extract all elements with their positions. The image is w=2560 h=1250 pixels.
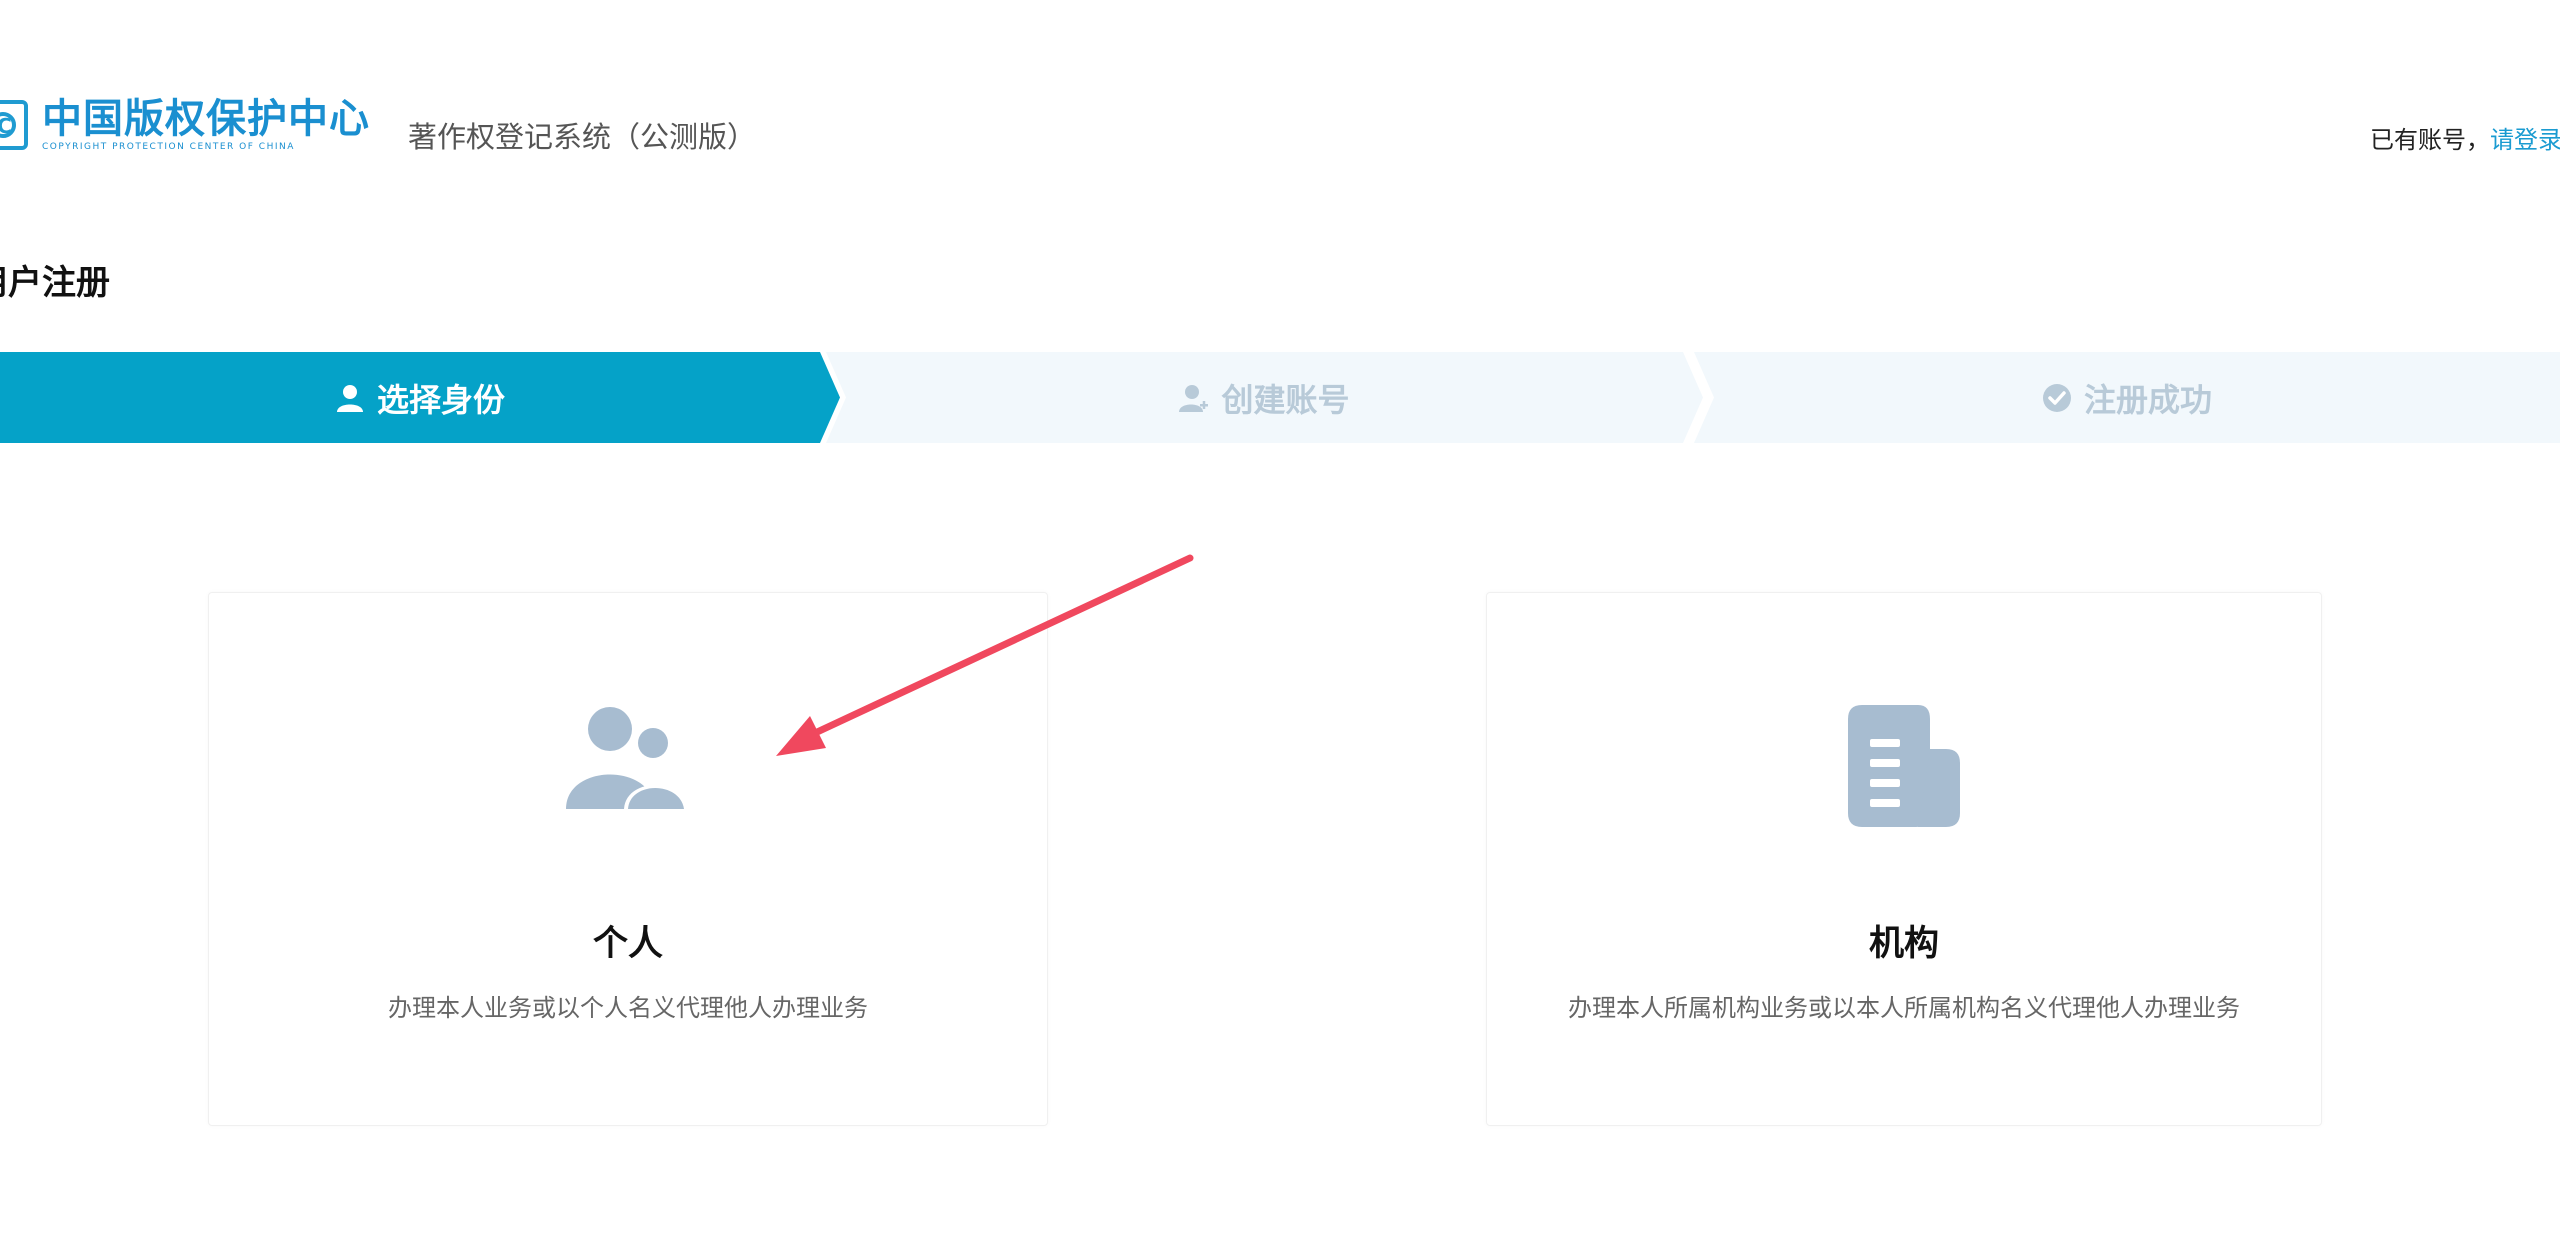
check-circle-icon: [2042, 383, 2071, 412]
step-choose-identity: 选择身份: [0, 352, 840, 443]
card-description: 办理本人业务或以个人名义代理他人办理业务: [388, 994, 868, 1022]
copyright-icon: C: [0, 100, 28, 150]
login-prefix: 已有账号，: [2370, 126, 2490, 154]
system-title: 著作权登记系统（公测版）: [408, 120, 757, 154]
user-icon: [336, 384, 363, 412]
card-title: 机构: [1868, 924, 1939, 964]
login-hint: 已有账号，请登录: [2370, 120, 2560, 155]
logo-english-name: COPYRIGHT PROTECTION CENTER OF CHINA: [42, 142, 295, 152]
user-add-icon: [1179, 384, 1209, 412]
page-title: 用户注册: [0, 263, 110, 303]
step-label: 创建账号: [1221, 380, 1350, 419]
cpcc-logo[interactable]: C 中国版权保护中心 COPYRIGHT PROTECTION CENTER O…: [0, 98, 370, 152]
organization-identity-card[interactable]: 机构 办理本人所属机构业务或以本人所属机构名义代理他人办理业务: [1486, 592, 2322, 1126]
logo-chinese-name: 中国版权保护中心: [42, 96, 370, 142]
step-create-account: 创建账号: [826, 352, 1703, 443]
registration-page: C 中国版权保护中心 COPYRIGHT PROTECTION CENTER O…: [0, 0, 2560, 1250]
step-registration-success: 注册成功: [1694, 352, 2560, 443]
registration-steps: 选择身份 创建账号 注册成功: [0, 352, 2560, 443]
step-label: 选择身份: [376, 380, 505, 419]
people-icon: [566, 707, 688, 809]
card-title: 个人: [592, 924, 663, 964]
personal-identity-card[interactable]: 个人 办理本人业务或以个人名义代理他人办理业务: [208, 592, 1048, 1126]
step-label: 注册成功: [2083, 380, 2212, 419]
card-description: 办理本人所属机构业务或以本人所属机构名义代理他人办理业务: [1568, 994, 2240, 1022]
login-link[interactable]: 请登录: [2490, 126, 2560, 154]
document-icon: [1848, 705, 1960, 827]
